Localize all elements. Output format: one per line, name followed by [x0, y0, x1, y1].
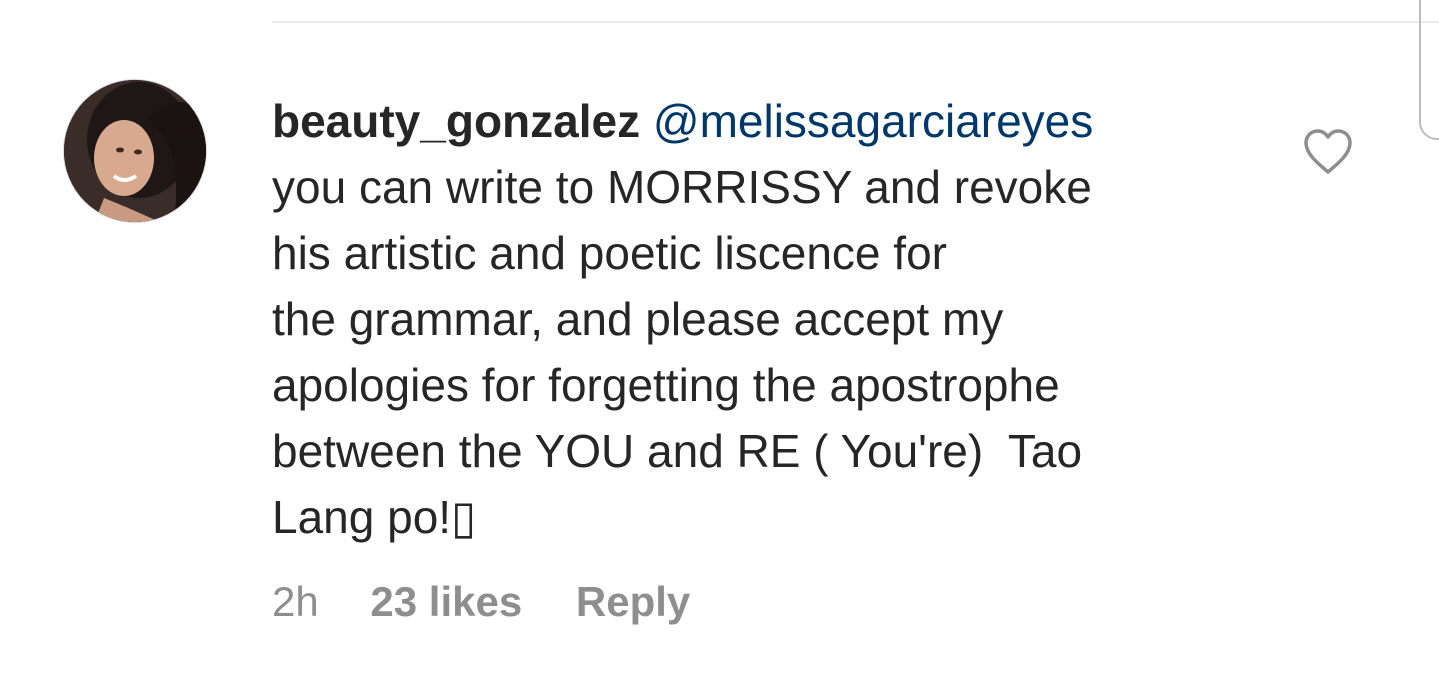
comment-text-line: apologies for forgetting the apostrophe	[272, 359, 1060, 411]
scroll-edge	[1419, 0, 1439, 140]
comment-body: beauty_gonzalez @melissagarciareyes you …	[272, 88, 1272, 550]
comment-mention[interactable]: @melissagarciareyes	[653, 95, 1093, 147]
reply-button[interactable]: Reply	[576, 574, 690, 630]
comment-meta: 2h 23 likes Reply	[272, 574, 690, 630]
comment-text-line: his artistic and poetic liscence for	[272, 227, 947, 279]
top-divider	[272, 21, 1439, 23]
comment-text-line: you can write to MORRISSY and revoke	[272, 161, 1092, 213]
comment-username[interactable]: beauty_gonzalez	[272, 95, 640, 147]
likes-count[interactable]: 23 likes	[370, 574, 522, 630]
comment-text-line: the grammar, and please accept my	[272, 293, 1004, 345]
avatar-photo	[64, 80, 206, 222]
comment-header-line: beauty_gonzalez @melissagarciareyes	[272, 88, 1272, 154]
comment-time: 2h	[272, 578, 319, 625]
heart-outline-icon[interactable]	[1302, 128, 1354, 176]
comment-text-line: Lang po!▯	[272, 491, 477, 543]
comment-text-line: between the YOU and RE ( You're) Tao	[272, 425, 1083, 477]
avatar[interactable]	[63, 79, 207, 223]
